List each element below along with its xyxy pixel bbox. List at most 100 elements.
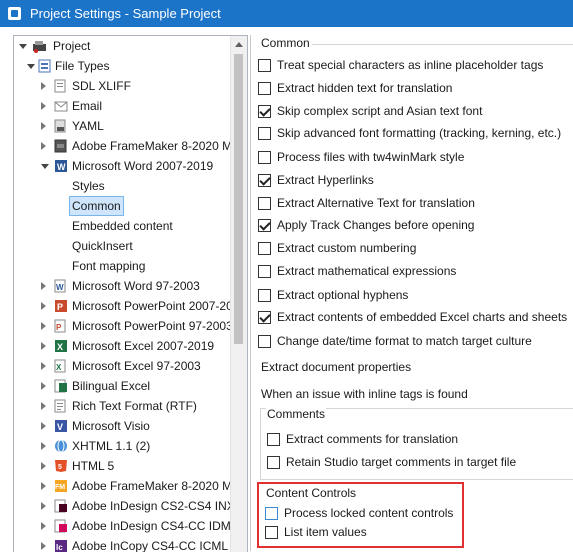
checkbox[interactable] [258,197,271,210]
tree-item-quickinsert[interactable]: QuickInsert [14,236,229,256]
tree-item-xhtml[interactable]: XHTML 1.1 (2) [14,436,229,456]
option-tw4winmark[interactable]: Process files with tw4winMark style [258,147,570,167]
sdl-xliff-icon [54,79,66,93]
option-process-locked-controls[interactable]: Process locked content controls [265,503,455,523]
checkbox[interactable] [258,151,271,164]
tree-item-styles[interactable]: Styles [14,176,229,196]
option-treat-special-chars[interactable]: Treat special characters as inline place… [258,55,570,75]
tree-item-embedded-content[interactable]: Embedded content [14,216,229,236]
tree-item-framemaker-2[interactable]: FM Adobe FrameMaker 8-2020 MI [14,476,235,496]
svg-text:X: X [57,342,63,352]
checkbox-checked[interactable] [258,174,271,187]
checkbox[interactable] [258,242,271,255]
option-label: Process locked content controls [284,506,454,520]
option-skip-advanced-font[interactable]: Skip advanced font formatting (tracking,… [258,123,570,143]
checkbox[interactable] [267,433,280,446]
tree-item-common[interactable]: Common [14,196,229,216]
tree-item-excel-97[interactable]: X Microsoft Excel 97-2003 [14,356,229,376]
tree-item-project[interactable]: Project [14,36,229,56]
checkbox-checked[interactable] [258,219,271,232]
expand-arrow-icon[interactable] [41,442,46,450]
tree-item-email[interactable]: Email [14,96,229,116]
scroll-thumb[interactable] [234,54,243,344]
checkbox[interactable] [258,265,271,278]
expand-arrow-icon[interactable] [41,522,46,530]
word-icon: W [55,160,67,172]
expand-arrow-icon[interactable] [41,362,46,370]
inline-tags-issue[interactable]: When an issue with inline tags is found [261,384,468,404]
option-custom-numbering[interactable]: Extract custom numbering [258,238,570,258]
expand-arrow-icon[interactable] [41,402,46,410]
tree-item-visio[interactable]: V Microsoft Visio [14,416,229,436]
option-list-item-values[interactable]: List item values [265,522,455,542]
tree-label: Styles [72,179,105,193]
expand-arrow-icon[interactable] [41,462,46,470]
powerpoint-97-icon: P [54,319,66,333]
settings-tree[interactable]: Project File Types SDL XLIFF Email YAML … [13,35,248,552]
option-extract-hidden-text[interactable]: Extract hidden text for translation [258,78,570,98]
option-extract-hyperlinks[interactable]: Extract Hyperlinks [258,170,570,190]
checkbox[interactable] [258,82,271,95]
tree-item-excel-2007[interactable]: X Microsoft Excel 2007-2019 [14,336,229,356]
comments-group: Comments Extract comments for translatio… [260,407,573,480]
tree-item-indesign-idml[interactable]: Adobe InDesign CS4-CC IDML [14,516,237,536]
checkbox[interactable] [258,59,271,72]
option-extract-alt-text[interactable]: Extract Alternative Text for translation [258,193,570,213]
expand-arrow-icon[interactable] [41,382,46,390]
tree-item-word-97[interactable]: W Microsoft Word 97-2003 [14,276,229,296]
option-label: Extract Alternative Text for translation [277,196,475,210]
tree-item-html5[interactable]: 5 HTML 5 [14,456,229,476]
tree-item-file-types[interactable]: File Types [14,56,229,76]
option-label: Skip complex script and Asian text font [277,104,483,118]
option-extract-comments[interactable]: Extract comments for translation [267,429,573,449]
expand-arrow-icon[interactable] [41,82,46,90]
tree-item-rtf[interactable]: Rich Text Format (RTF) [14,396,229,416]
collapse-arrow-icon[interactable] [41,164,49,169]
tree-item-font-mapping[interactable]: Font mapping [14,256,229,276]
checkbox[interactable] [258,335,271,348]
tree-label: Rich Text Format (RTF) [72,399,197,413]
window-title: Project Settings - Sample Project [30,6,221,21]
option-embedded-excel[interactable]: Extract contents of embedded Excel chart… [258,307,570,327]
expand-arrow-icon[interactable] [41,542,46,550]
tree-item-sdl-xliff[interactable]: SDL XLIFF [14,76,229,96]
expand-arrow-icon[interactable] [41,342,46,350]
expand-arrow-icon[interactable] [41,122,46,130]
tree-scrollbar[interactable] [230,36,247,552]
checkbox-checked[interactable] [258,311,271,324]
expand-arrow-icon[interactable] [41,322,46,330]
tree-item-indesign-inx[interactable]: Adobe InDesign CS2-CS4 INX [14,496,235,516]
tree-item-framemaker[interactable]: Adobe FrameMaker 8-2020 MI [14,136,235,156]
option-skip-complex-script[interactable]: Skip complex script and Asian text font [258,101,570,121]
tree-item-incopy-icml[interactable]: Ic Adobe InCopy CS4-CC ICML [14,536,229,552]
expand-arrow-icon[interactable] [41,302,46,310]
checkbox[interactable] [267,456,280,469]
expand-arrow-icon[interactable] [41,422,46,430]
checkbox[interactable] [265,526,278,539]
tree-item-powerpoint-97[interactable]: P Microsoft PowerPoint 97-2003 [14,316,233,336]
collapse-arrow-icon[interactable] [19,44,27,49]
option-track-changes[interactable]: Apply Track Changes before opening [258,215,570,235]
expand-arrow-icon[interactable] [41,142,46,150]
option-change-datetime[interactable]: Change date/time format to match target … [258,331,570,351]
tree-item-bilingual-excel[interactable]: Bilingual Excel [14,376,229,396]
tree-item-word-2007[interactable]: W Microsoft Word 2007-2019 [14,156,229,176]
checkbox-checked[interactable] [258,105,271,118]
extract-document-properties[interactable]: Extract document properties [261,357,411,377]
option-math-expressions[interactable]: Extract mathematical expressions [258,261,570,281]
checkbox[interactable] [258,289,271,302]
expand-arrow-icon[interactable] [41,282,46,290]
scroll-up-arrow-icon[interactable] [235,42,243,47]
expand-arrow-icon[interactable] [41,102,46,110]
checkbox[interactable] [258,127,271,140]
option-optional-hyphens[interactable]: Extract optional hyphens [258,285,570,305]
checkbox[interactable] [265,507,278,520]
tree-item-powerpoint-2007[interactable]: P Microsoft PowerPoint 2007-20 [14,296,233,316]
panel-divider[interactable] [250,35,251,551]
tree-item-yaml[interactable]: YAML [14,116,229,136]
option-retain-comments[interactable]: Retain Studio target comments in target … [267,452,573,472]
option-label: Extract mathematical expressions [277,264,457,278]
expand-arrow-icon[interactable] [41,482,46,490]
collapse-arrow-icon[interactable] [27,64,35,69]
expand-arrow-icon[interactable] [41,502,46,510]
